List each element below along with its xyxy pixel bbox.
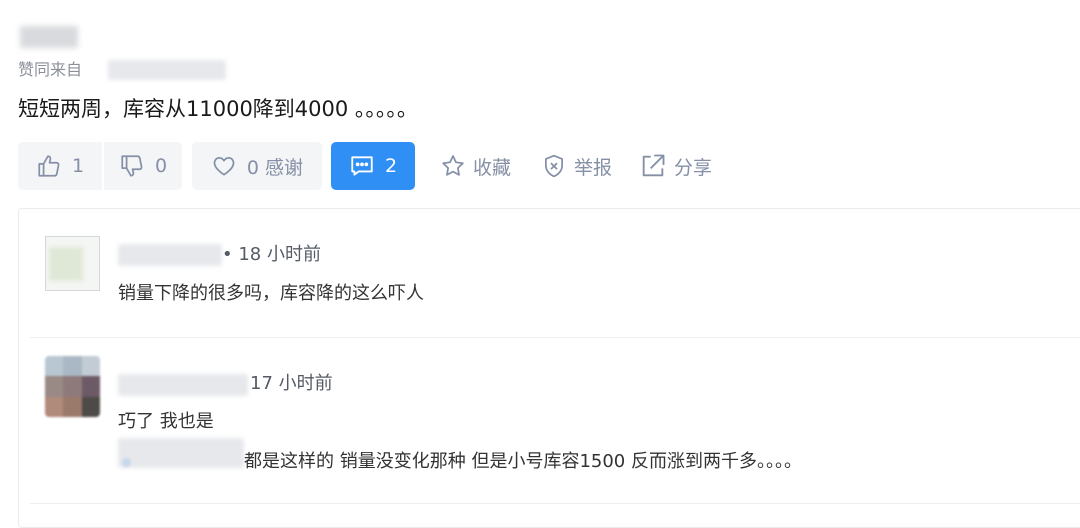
upvote-button[interactable]: 1 <box>18 142 102 190</box>
comment-2-reply-text: 都是这样的 销量没变化那种 但是小号库容1500 反而涨到两千多。。。。 <box>244 451 802 472</box>
comment-divider <box>30 337 1080 338</box>
comment-2-author-blurred[interactable] <box>118 374 248 396</box>
share-button[interactable]: 分享 <box>639 148 712 184</box>
comment-1-text: 销量下降的很多吗，库容降的这么吓人 <box>118 283 424 304</box>
comment-2-text: 巧了 我也是 <box>118 411 214 432</box>
upvoted-from-user-blurred[interactable] <box>108 60 226 80</box>
comment-2-reply-user-blurred[interactable] <box>118 438 244 468</box>
author-name-blurred[interactable] <box>20 26 78 48</box>
comment-2-avatar[interactable] <box>45 356 100 417</box>
comments-button[interactable]: 2 <box>331 142 415 190</box>
star-icon <box>440 153 466 179</box>
thumbs-up-icon <box>36 153 62 179</box>
comment-icon <box>349 153 375 179</box>
shield-icon <box>541 153 567 179</box>
downvote-button[interactable]: 0 <box>104 142 182 190</box>
upvoted-from-label: 赞同来自 <box>18 60 83 79</box>
comments-bottom-divider <box>30 503 1080 504</box>
collect-button[interactable]: 收藏 <box>440 148 511 184</box>
comment-1-author-blurred[interactable] <box>118 244 222 266</box>
comment-2-time: 17 小时前 <box>250 373 333 394</box>
thumbs-down-icon <box>119 153 145 179</box>
answer-content: 短短两周，库容从11000降到4000 。。。。。 <box>18 97 418 121</box>
report-button[interactable]: 举报 <box>541 148 612 184</box>
reply-dot <box>122 458 131 467</box>
share-icon <box>639 152 667 180</box>
thanks-button[interactable]: 0 感谢 <box>192 142 322 190</box>
comment-1-avatar[interactable] <box>45 236 100 291</box>
heart-icon <box>211 153 237 179</box>
comment-1-time: • 18 小时前 <box>222 244 321 265</box>
